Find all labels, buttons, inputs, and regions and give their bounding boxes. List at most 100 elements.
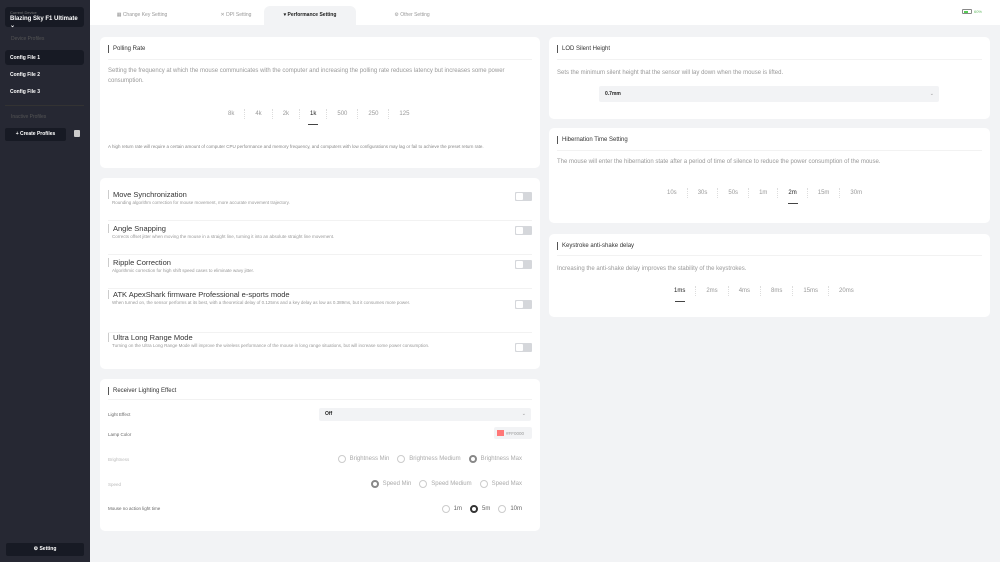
radio-brightness-max[interactable]: Brightness Max [468, 455, 522, 463]
radio-speed-medium[interactable]: Speed Medium [419, 480, 472, 488]
radio-icon [498, 505, 507, 513]
setting-label: Setting [39, 546, 57, 552]
toggle-switch[interactable] [515, 300, 532, 309]
toggle-row: Move Synchronization Rounding algorithm c… [108, 190, 532, 207]
option-15m[interactable]: 15m [806, 188, 840, 198]
option-2k[interactable]: 2k [271, 109, 299, 119]
option-4k[interactable]: 4k [244, 109, 271, 119]
option-10s[interactable]: 10s [657, 188, 687, 198]
option-50s[interactable]: 50s [717, 188, 748, 198]
polling-note: A high return rate will require a certai… [108, 144, 484, 149]
lamp-color-picker[interactable]: #FF0000 [494, 427, 532, 439]
tab-label: Change Key Setting [122, 12, 168, 18]
lod-select[interactable]: 0.7mm ⌄ [599, 86, 939, 102]
option-125[interactable]: 125 [388, 109, 419, 119]
option-20ms[interactable]: 20ms [828, 286, 864, 296]
brightness-label: Brightness [108, 457, 130, 462]
option-2m[interactable]: 2m [777, 188, 806, 198]
inactive-profiles-heading: Inactive Profiles [11, 114, 47, 120]
tab-label: Performance Setting [287, 12, 337, 18]
radio-1m[interactable]: 1m [441, 505, 462, 513]
radio-label: Brightness Medium [409, 456, 461, 462]
radio-label: Brightness Max [480, 456, 522, 462]
battery-indicator: 60% [961, 9, 982, 14]
toggle-switch[interactable] [515, 192, 532, 201]
radio-icon [397, 455, 406, 463]
radio-5m[interactable]: 5m [469, 505, 491, 513]
option-8k[interactable]: 8k [218, 109, 244, 119]
config-file-2[interactable]: Config File 2 [5, 67, 84, 82]
radio-brightness-medium[interactable]: Brightness Medium [397, 455, 461, 463]
config-file-3[interactable]: Config File 3 [5, 84, 84, 99]
option-250[interactable]: 250 [357, 109, 388, 119]
radio-label: Brightness Min [349, 456, 390, 462]
radio-brightness-min[interactable]: Brightness Min [337, 455, 390, 463]
color-swatch [497, 430, 504, 436]
hibernation-options: 10s 30s 50s 1m 2m 15m 30m [657, 188, 872, 198]
radio-label: 10m [510, 506, 522, 512]
speed-radios: Speed Min Speed Medium Speed Max [370, 480, 522, 488]
option-1k[interactable]: 1k [299, 109, 326, 119]
toggle-switch[interactable] [515, 260, 532, 269]
device-selector[interactable]: Current Device Blazing Sky F1 Ultimate ⌄ [5, 7, 84, 29]
option-30m[interactable]: 30m [839, 188, 872, 198]
option-1m[interactable]: 1m [748, 188, 777, 198]
setting-button[interactable]: ⚙ Setting [6, 543, 84, 556]
movement-toggles-card: Move Synchronization Rounding algorithm c… [100, 178, 540, 369]
config-file-1[interactable]: Config File 1 [5, 50, 84, 65]
battery-percent: 60% [973, 9, 982, 14]
option-15ms[interactable]: 15ms [792, 286, 828, 296]
radio-label: Speed Max [491, 481, 522, 487]
option-4ms[interactable]: 4ms [727, 286, 760, 296]
radio-label: 5m [481, 506, 491, 512]
radio-10m[interactable]: 10m [498, 505, 522, 513]
card-title: Hibernation Time Setting [557, 136, 628, 144]
toggle-switch[interactable] [515, 343, 532, 352]
option-30s[interactable]: 30s [686, 188, 718, 198]
no-action-label: Mouse no action light time [108, 506, 161, 511]
toggle-title: Angle Snapping [108, 224, 532, 233]
toggle-row: ATK ApexShark firmware Professional e-sp… [108, 290, 532, 307]
card-title: Receiver Lighting Effect [108, 387, 176, 395]
toggle-title: Ultra Long Range Mode [108, 333, 532, 342]
radio-icon [337, 455, 346, 463]
hibernation-description: The mouse will enter the hibernation sta… [557, 159, 881, 165]
option-8ms[interactable]: 8ms [760, 286, 792, 296]
receiver-lighting-card: Receiver Lighting Effect Light Effect Of… [100, 379, 540, 531]
radio-icon [441, 505, 450, 513]
radio-speed-max[interactable]: Speed Max [479, 480, 522, 488]
radio-label: 1m [453, 506, 462, 512]
polling-rate-options: 8k 4k 2k 1k 500 250 125 [218, 109, 419, 119]
trash-icon[interactable] [74, 130, 80, 137]
debounce-card: Keystroke anti-shake delay Increasing th… [549, 234, 990, 317]
toggle-description: Rounding algorithm correction for mouse … [112, 200, 290, 205]
tab-other[interactable]: ⚙ Other Setting [366, 6, 458, 25]
chevron-down-icon: ⌄ [521, 411, 526, 417]
polling-description: Setting the frequency at which the mouse… [108, 68, 505, 84]
option-2ms[interactable]: 2ms [695, 286, 727, 296]
lamp-color-label: Lamp Color [108, 432, 132, 437]
toggle-row: Ultra Long Range Mode Turning on the Ultr… [108, 333, 532, 350]
lod-description: Sets the minimum silent height that the … [557, 70, 784, 76]
battery-icon [961, 9, 972, 14]
toggle-description: When turned on, the sensor performs at i… [112, 300, 411, 305]
radio-icon [469, 505, 478, 513]
toggle-switch[interactable] [515, 226, 532, 235]
sidebar: Current Device Blazing Sky F1 Ultimate ⌄… [0, 0, 90, 562]
tab-bar: ▦ Change Key Setting ✕ DPI Setting ▾ Per… [90, 0, 1000, 25]
tab-label: DPI Setting [226, 12, 252, 18]
create-label: Create Profiles [20, 131, 56, 137]
chevron-down-icon: ⌄ [929, 91, 934, 97]
radio-speed-min[interactable]: Speed Min [370, 480, 411, 488]
light-effect-select[interactable]: Off ⌄ [319, 408, 531, 421]
option-1ms[interactable]: 1ms [664, 286, 695, 296]
create-profiles-button[interactable]: + Create Profiles [5, 128, 66, 141]
radio-icon [419, 480, 428, 488]
toggle-description: Turning on the Ultra Long Range Mode wil… [112, 343, 430, 348]
option-500[interactable]: 500 [326, 109, 357, 119]
device-name: Blazing Sky F1 Ultimate [10, 16, 78, 22]
tab-change-key[interactable]: ▦ Change Key Setting [96, 6, 188, 25]
tab-performance[interactable]: ▾ Performance Setting [264, 6, 356, 25]
no-action-radios: 1m 5m 10m [441, 505, 522, 513]
toggle-row: Ripple Correction Algorithmic correction … [108, 258, 532, 275]
